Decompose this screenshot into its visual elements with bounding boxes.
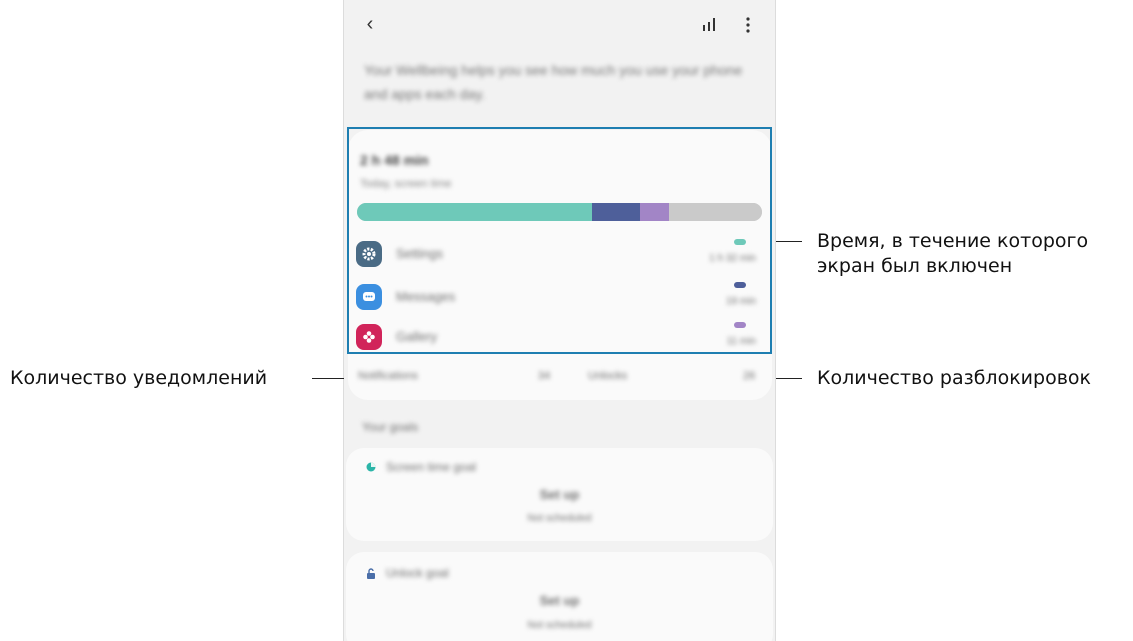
unlocks-callout: Количество разблокировок — [817, 367, 1091, 389]
unlock-goal-label: Unlock goal — [386, 566, 449, 580]
top-bar: ‹ — [344, 0, 775, 50]
screen-time-goal-label: Screen time goal — [386, 460, 477, 474]
notifications-callout: Количество уведомлений — [10, 367, 268, 389]
screen-time-goal-value: Set up — [539, 487, 580, 502]
bar-chart-icon[interactable] — [701, 16, 719, 32]
unlocks-count: 26 — [743, 370, 756, 382]
screen-on-callout-line1: Время, в течение которого — [817, 230, 1089, 252]
pie-chart-icon — [366, 462, 376, 472]
phone-screen: ‹ Your Wellbeing helps you see how much … — [343, 0, 776, 641]
back-button[interactable]: ‹ — [358, 12, 382, 36]
unlocks-label: Unlocks — [588, 370, 628, 382]
notifications-label: Notifications — [358, 370, 418, 382]
unlock-goal-subtitle: Not scheduled — [527, 620, 592, 631]
notifications-count: 34 — [538, 370, 551, 382]
screen-on-callout-line2: экран был включен — [817, 255, 1013, 277]
goals-section-title: Your goals — [362, 420, 419, 434]
notifications-callout-line — [312, 378, 344, 379]
unlocks-callout-line — [776, 378, 802, 379]
screen-time-goal-subtitle: Not scheduled — [527, 513, 592, 524]
screen-on-callout: Время, в течение которого экран был вклю… — [817, 229, 1088, 279]
screen-time-goal-card[interactable]: Screen time goal Set up Not scheduled — [346, 448, 773, 541]
unlock-goal-value: Set up — [539, 593, 580, 608]
more-vertical-icon[interactable] — [741, 16, 755, 34]
counts-row: Notifications 34 Unlocks 26 — [358, 370, 762, 390]
intro-text: Your Wellbeing helps you see how much yo… — [364, 62, 743, 102]
padlock-icon — [367, 568, 375, 579]
back-arrow-icon: ‹ — [366, 13, 374, 35]
unlock-goal-card[interactable]: Unlock goal Set up Not scheduled — [346, 552, 773, 641]
screen-on-callout-line — [776, 241, 802, 242]
screen-time-highlight-frame — [347, 127, 772, 354]
